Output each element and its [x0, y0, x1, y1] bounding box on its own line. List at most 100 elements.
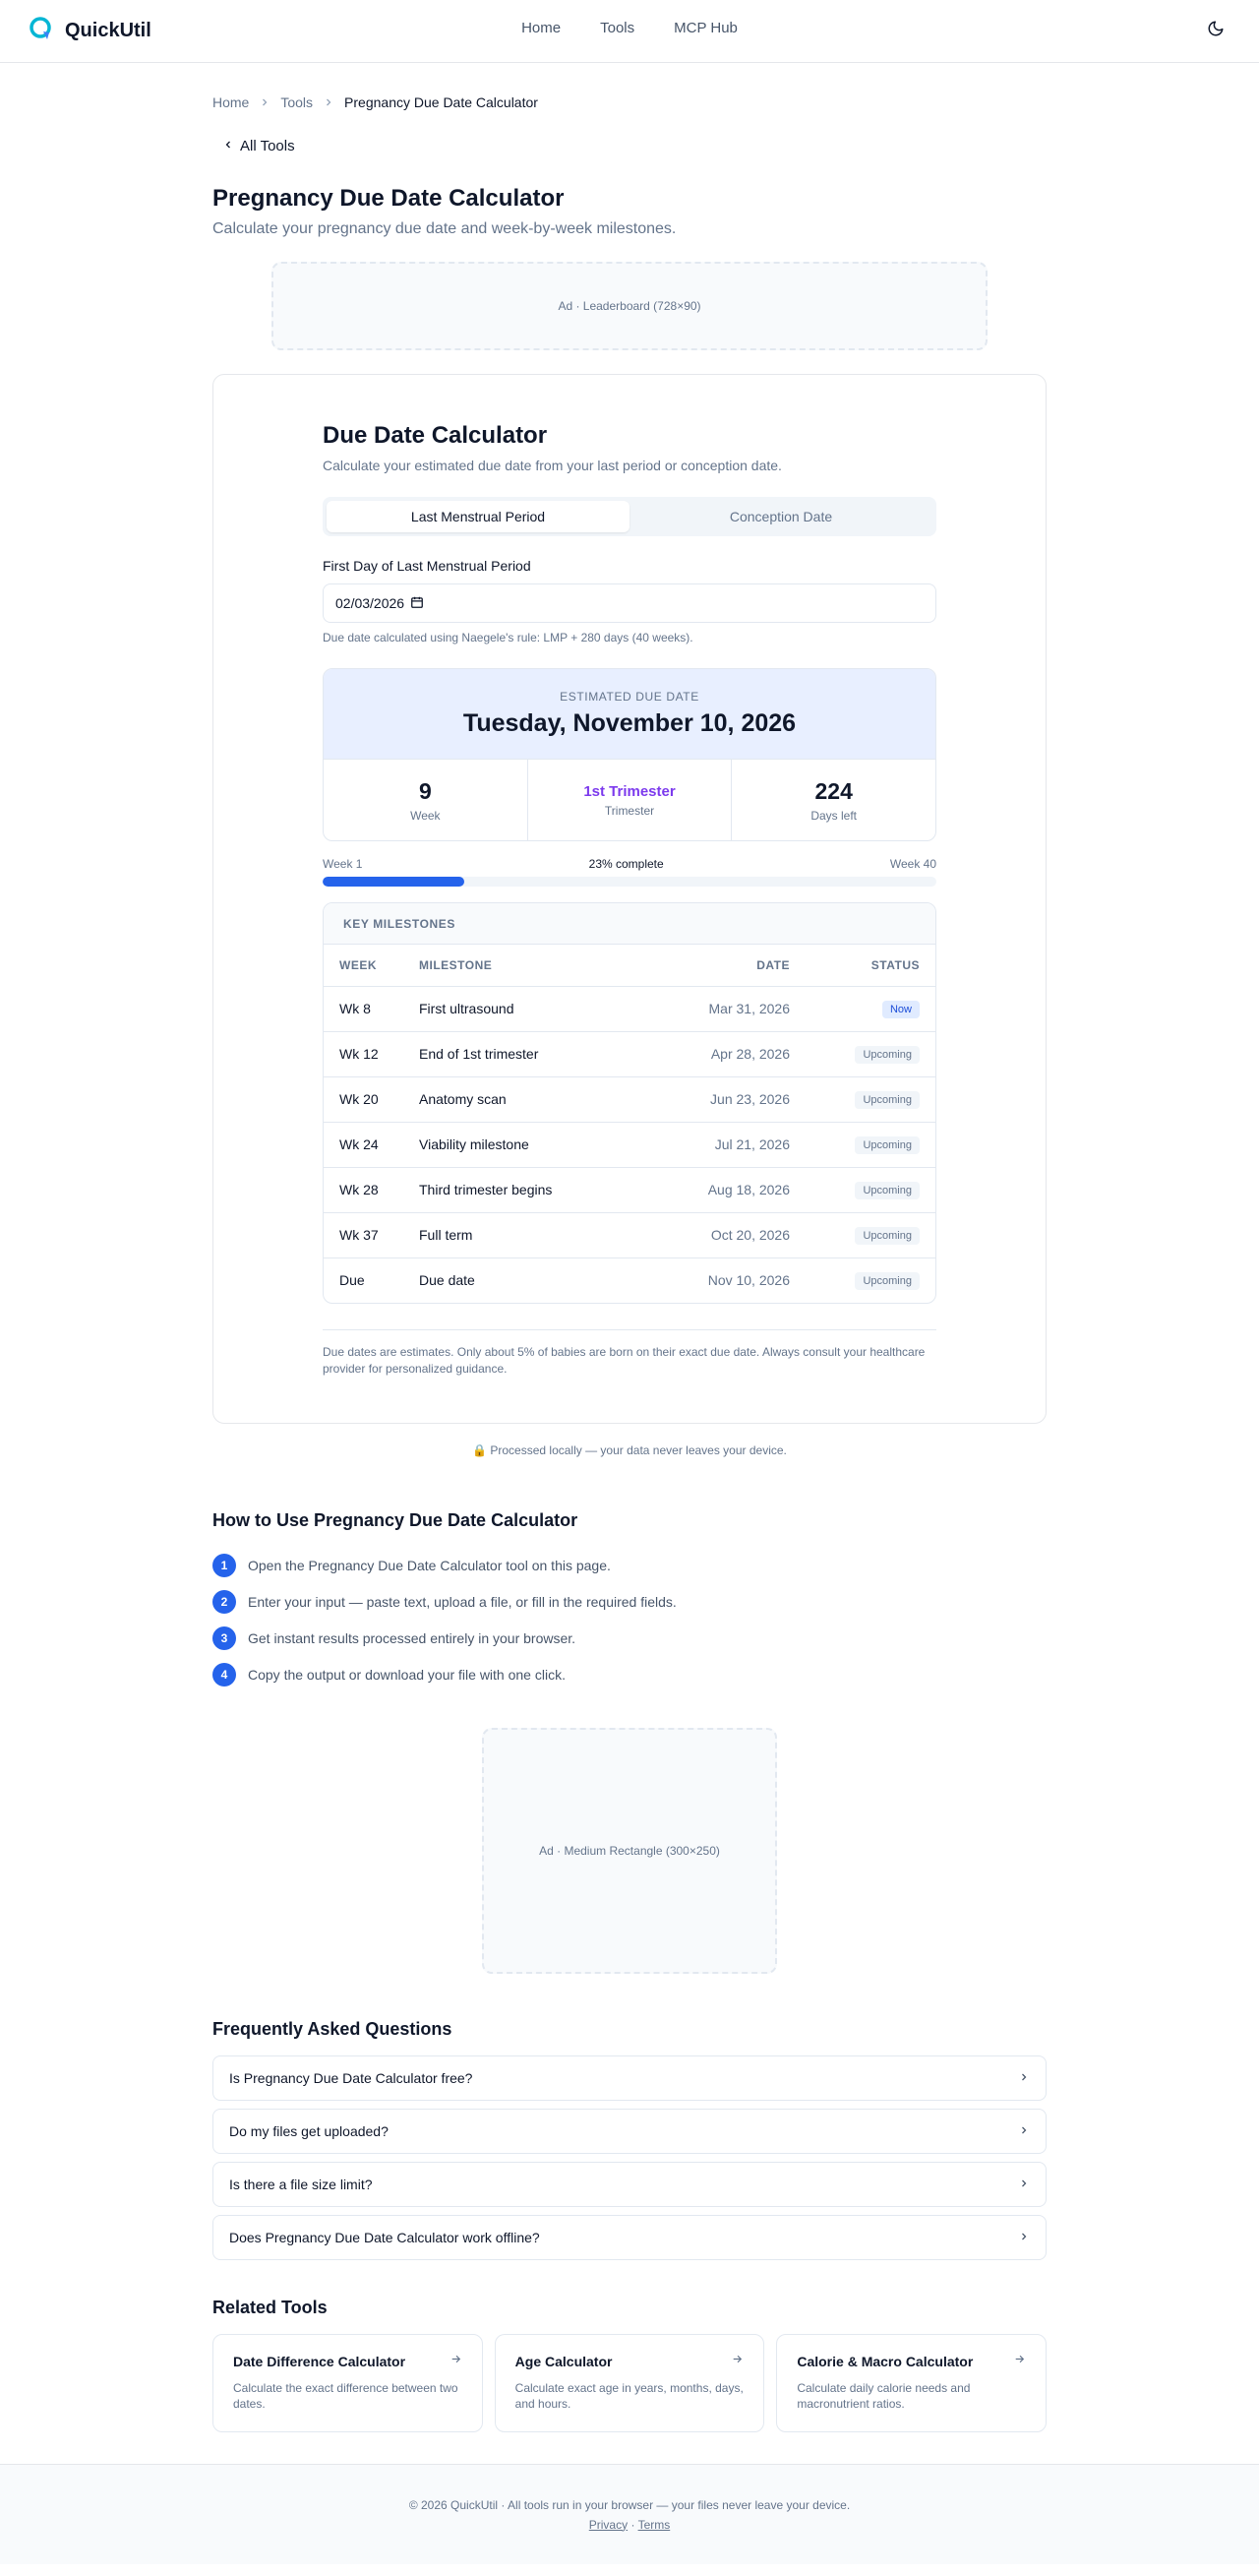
milestones-header-row: WEEK MILESTONE DATE STATUS: [324, 945, 935, 987]
breadcrumb-tools-link[interactable]: Tools: [280, 94, 313, 110]
arrow-right-icon: [731, 2353, 744, 2370]
row-week: Wk 24: [324, 1122, 419, 1168]
faq-item[interactable]: Does Pregnancy Due Date Calculator work …: [212, 2215, 1047, 2260]
related-tool-name: Calorie & Macro Calculator: [797, 2354, 974, 2369]
calculator-subtitle: Calculate your estimated due date from y…: [323, 458, 782, 473]
chevron-right-icon: [1018, 2123, 1030, 2139]
list-item: 3 Get instant results processed entirely…: [212, 1620, 1047, 1656]
due-date-disclaimer: Due dates are estimates. Only about 5% o…: [323, 1329, 936, 1378]
table-row: Wk 24 Viability milestone Jul 21, 2026 U…: [324, 1122, 935, 1168]
related-tools-section: Related Tools Date Difference Calculator…: [212, 2298, 1048, 2432]
related-tool-name: Age Calculator: [514, 2354, 613, 2369]
brand-logo-link[interactable]: QuickUtil: [28, 15, 151, 47]
row-milestone: Due date: [419, 1272, 475, 1289]
step-text: Enter your input — paste text, upload a …: [248, 1593, 677, 1610]
related-tool-name: Date Difference Calculator: [233, 2354, 406, 2369]
main-content: Home Tools Pregnancy Due Date Calculator…: [212, 94, 1048, 2432]
how-to-use-title: How to Use Pregnancy Due Date Calculator: [212, 1510, 578, 1530]
row-date: Aug 18, 2026: [648, 1167, 790, 1213]
row-date: Oct 20, 2026: [648, 1212, 790, 1258]
nav-mcp-hub-link[interactable]: MCP Hub: [674, 20, 738, 36]
status-badge: Upcoming: [855, 1271, 920, 1290]
all-tools-back-link[interactable]: All Tools: [222, 138, 295, 154]
lmp-date-input[interactable]: 02/03/2026: [323, 583, 936, 623]
privacy-link[interactable]: Privacy: [589, 2518, 628, 2532]
related-tool-card[interactable]: Calorie & Macro Calculator Calculate dai…: [776, 2334, 1048, 2432]
tab-conception-date[interactable]: Conception Date: [630, 501, 932, 532]
chevron-left-icon: [222, 138, 234, 154]
nav-home-link[interactable]: Home: [521, 20, 561, 36]
col-week: WEEK: [324, 945, 419, 987]
faq-title: Frequently Asked Questions: [212, 2019, 452, 2039]
trimester-stat: 1st Trimester Trimester: [528, 760, 733, 840]
theme-toggle-button[interactable]: [1200, 16, 1231, 47]
related-tools-title: Related Tools: [212, 2298, 328, 2317]
faq-item[interactable]: Is Pregnancy Due Date Calculator free?: [212, 2055, 1047, 2101]
chevron-right-icon: [1018, 2230, 1030, 2245]
step-number: 3: [212, 1625, 236, 1650]
footer-text: © 2026 QuickUtil · All tools run in your…: [408, 2497, 851, 2512]
col-date: DATE: [648, 945, 790, 987]
all-tools-label: All Tools: [240, 138, 295, 154]
key-milestones-panel: KEY MILESTONES WEEK MILESTONE DATE STATU…: [323, 902, 936, 1304]
faq-question: Do my files get uploaded?: [229, 2123, 389, 2139]
calculator-card: Due Date Calculator Calculate your estim…: [212, 374, 1047, 1424]
row-milestone: Viability milestone: [419, 1122, 649, 1168]
moon-icon: [1207, 20, 1225, 42]
processed-locally-note: 🔒 Processed locally — your data never le…: [472, 1443, 787, 1457]
status-badge: Upcoming: [855, 1045, 920, 1064]
related-tool-card[interactable]: Age Calculator Calculate exact age in ye…: [494, 2334, 765, 2432]
list-item: 4 Copy the output or download your file …: [212, 1656, 1047, 1692]
col-milestone: MILESTONE: [419, 945, 649, 987]
calculator-title: Due Date Calculator: [323, 422, 548, 449]
status-badge: Now: [881, 1000, 920, 1018]
table-row: Due Due date Nov 10, 2026 Upcoming: [324, 1257, 935, 1303]
footer-separator: ·: [630, 2517, 635, 2532]
arrow-right-icon: [450, 2353, 462, 2370]
brand-name: QuickUtil: [65, 20, 151, 41]
faq-question: Is Pregnancy Due Date Calculator free?: [229, 2070, 473, 2086]
faq-item[interactable]: Do my files get uploaded?: [212, 2109, 1047, 2154]
table-row: Wk 20 Anatomy scan Jun 23, 2026 Upcoming: [324, 1076, 935, 1123]
tab-last-menstrual-period[interactable]: Last Menstrual Period: [327, 501, 630, 532]
calendar-icon[interactable]: [410, 595, 424, 612]
chevron-right-icon: [1018, 2070, 1030, 2086]
ad-leaderboard: Ad · Leaderboard (728×90): [271, 262, 988, 350]
week-value: 9: [418, 777, 432, 804]
row-week: Wk 20: [324, 1076, 419, 1123]
chevron-right-icon: [323, 96, 334, 108]
related-tool-desc: Calculate the exact difference between t…: [233, 2381, 458, 2411]
status-badge: Upcoming: [855, 1135, 920, 1154]
days-left-label: Days left: [810, 808, 858, 823]
breadcrumb-current: Pregnancy Due Date Calculator: [344, 94, 538, 110]
top-header: QuickUtil Home Tools MCP Hub: [0, 0, 1259, 63]
row-milestone: End of 1st trimester: [419, 1031, 649, 1077]
step-number: 1: [212, 1553, 236, 1577]
pregnancy-progress-bar: [323, 877, 936, 887]
step-text: Copy the output or download your file wi…: [248, 1666, 566, 1683]
row-week: Wk 8: [324, 986, 419, 1032]
pregnancy-progress-fill: [323, 877, 464, 887]
step-text: Open the Pregnancy Due Date Calculator t…: [248, 1557, 611, 1573]
how-to-use-section: How to Use Pregnancy Due Date Calculator…: [212, 1510, 1047, 1692]
row-date: Jul 21, 2026: [648, 1122, 790, 1168]
row-date: Nov 10, 2026: [707, 1272, 790, 1289]
faq-item[interactable]: Is there a file size limit?: [212, 2162, 1047, 2207]
status-badge: Upcoming: [855, 1090, 920, 1109]
status-badge: Upcoming: [855, 1226, 920, 1245]
terms-link[interactable]: Terms: [638, 2518, 671, 2532]
step-number: 4: [212, 1662, 236, 1687]
row-date: Apr 28, 2026: [648, 1031, 790, 1077]
row-date: Jun 23, 2026: [648, 1076, 790, 1123]
row-week: Wk 37: [324, 1212, 419, 1258]
method-tabs: Last Menstrual Period Conception Date: [323, 497, 936, 536]
related-tool-card[interactable]: Date Difference Calculator Calculate the…: [212, 2334, 483, 2432]
col-status: STATUS: [790, 945, 935, 987]
naegele-hint: Due date calculated using Naegele's rule…: [323, 631, 693, 644]
step-number: 2: [212, 1589, 236, 1614]
nav-tools-link[interactable]: Tools: [600, 20, 634, 36]
breadcrumb-home-link[interactable]: Home: [212, 94, 249, 110]
week-label: Week: [410, 808, 441, 823]
row-milestone: Third trimester begins: [419, 1167, 649, 1213]
faq-question: Does Pregnancy Due Date Calculator work …: [229, 2230, 540, 2245]
